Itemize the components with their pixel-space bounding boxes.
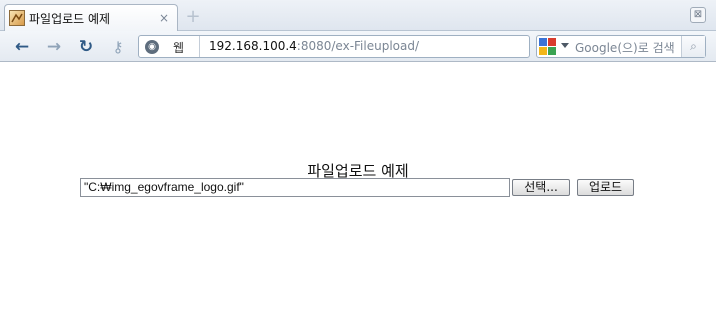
site-type-label: 웹 [173, 41, 185, 55]
reload-icon[interactable]: ↻ [76, 37, 96, 57]
new-tab-button[interactable]: + [184, 8, 202, 26]
upload-button[interactable]: 업로드 [577, 179, 634, 196]
forward-arrow-icon[interactable]: → [44, 37, 64, 57]
browse-button[interactable]: 선택... [512, 179, 570, 196]
address-url[interactable]: 192.168.100.4:8080/ex-Fileupload/ [209, 39, 419, 53]
address-bar[interactable]: ◉ 웹 192.168.100.4:8080/ex-Fileupload/ [138, 35, 530, 58]
globe-icon: ◉ [145, 40, 159, 54]
tab-strip: 파일업로드 예제 × + ⊠ [0, 0, 716, 31]
search-engine-selector[interactable] [539, 38, 569, 55]
page-favicon-icon [9, 10, 25, 26]
key-icon[interactable]: ⚷ [106, 37, 130, 57]
tab-close-icon[interactable]: × [157, 11, 171, 25]
tab-active[interactable]: 파일업로드 예제 × [4, 4, 178, 31]
file-path-field[interactable]: "C:₩img_egovframe_logo.gif" [80, 178, 510, 197]
back-arrow-icon[interactable]: ← [12, 37, 32, 57]
search-icon[interactable]: ⌕ [681, 36, 705, 57]
address-divider [199, 36, 200, 57]
search-input[interactable]: Google(으)로 검색 [575, 39, 675, 56]
window-close-icon[interactable]: ⊠ [690, 7, 706, 23]
google-icon [539, 38, 556, 55]
search-bar[interactable]: Google(으)로 검색 ⌕ [536, 35, 706, 58]
navigation-toolbar: ← → ↻ ⚷ ◉ 웹 192.168.100.4:8080/ex-Fileup… [0, 31, 716, 62]
url-host: 192.168.100.4 [209, 39, 297, 53]
page-content: 파일업로드 예제 "C:₩img_egovframe_logo.gif" 선택.… [0, 62, 716, 325]
tab-title: 파일업로드 예제 [29, 12, 111, 26]
url-path: :8080/ex-Fileupload/ [296, 39, 420, 53]
chevron-down-icon [561, 43, 569, 48]
